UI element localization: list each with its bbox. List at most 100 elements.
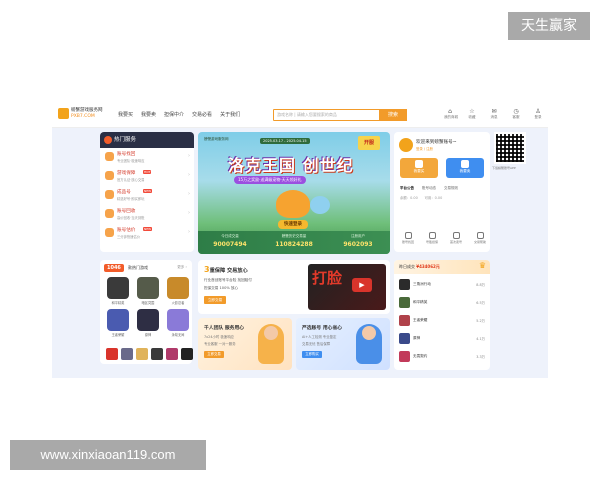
stat-value: 9602093 — [343, 241, 373, 248]
game-tile[interactable]: 原神 — [136, 309, 160, 337]
tool-message[interactable]: ✉ 消息 — [488, 108, 500, 120]
shortcut-icon — [476, 232, 484, 239]
team-buy-button[interactable]: 立即购买 — [302, 351, 322, 358]
hot-service-item[interactable]: 游戏保障 HOT 官方认证·放心交易 › — [100, 167, 194, 186]
shortcut-item[interactable]: 首次卖号 — [446, 232, 466, 244]
hot-service-item[interactable]: 账号找回 专业团队·极速响应 › — [100, 148, 194, 167]
balance-text: 余额：0.00 可用：0.00 — [400, 196, 443, 200]
shortcut-item[interactable]: 号贩担保 — [422, 232, 442, 244]
nav-item-about[interactable]: 关于我们 — [220, 111, 240, 118]
deal-rank-header: 昨日成交 ¥434062元 ♛ — [394, 260, 490, 274]
tool-login[interactable]: ♙ 登录 — [532, 108, 544, 120]
stat-label: 今日成交量 — [221, 234, 239, 238]
nav-item-sell[interactable]: 我要卖 — [141, 111, 156, 118]
logo-text: 螃蟹游戏服务网 — [71, 108, 103, 113]
game-tile[interactable]: 火影忍者 — [166, 277, 190, 305]
tool-shop[interactable]: ⌂ 我的商城 — [444, 108, 458, 120]
shortcut-icon — [452, 232, 460, 239]
nav-item-buy[interactable]: 我要买 — [118, 111, 133, 118]
promo-banner[interactable]: 螃蟹游戏服务网 2025.03.17 - 2025.04.15 开服 洛克王国 … — [198, 132, 390, 254]
service-title: 游戏保障 — [117, 171, 136, 176]
quick-button-label: 我要买 — [413, 169, 425, 173]
team-trade-button[interactable]: 立即交易 — [204, 351, 224, 358]
games-title: 款热门游戏 — [128, 265, 148, 270]
buy-quick-button[interactable]: 我要买 — [400, 158, 438, 178]
game-label: 王者荣耀 — [111, 333, 125, 337]
play-icon: ▶ — [352, 278, 372, 292]
game-label: 暗区突围 — [141, 301, 155, 305]
chevron-right-icon: › — [188, 172, 190, 178]
tab-notice[interactable]: 平台公告 — [400, 186, 414, 191]
service-sub: 三分钟快速估价 — [117, 235, 141, 239]
tab-dynamics[interactable]: 账号动态 — [422, 186, 436, 191]
game-mini-icon[interactable] — [121, 348, 133, 360]
game-mini-icon[interactable] — [106, 348, 118, 360]
stat-label: 螃蟹历史交易量 — [281, 234, 307, 238]
search-button[interactable]: 搜索 — [379, 109, 407, 121]
game-label: 火影忍者 — [171, 301, 185, 305]
shortcut-item[interactable]: 账号找回 — [398, 232, 418, 244]
game-mini-icon[interactable] — [181, 348, 193, 360]
tab-rules[interactable]: 交易规则 — [444, 186, 458, 191]
game-label: 原神 — [144, 333, 152, 337]
search-input[interactable]: 游戏名称 | 请输入您要搜索的商品 — [277, 112, 337, 118]
game-icon — [399, 333, 410, 344]
team-desc: 交易无忧 售后保障 — [302, 342, 331, 346]
games-more-link[interactable]: 更多 › — [177, 265, 187, 270]
trade-now-button[interactable]: 立即交易 — [204, 296, 226, 304]
main-nav: 我要买 我要卖 担保中介 交易必看 关于我们 — [118, 111, 240, 118]
banner-stats: 今日成交量 90007494 螃蟹历史交易量 110824288 注册用户 96020… — [198, 231, 390, 254]
deal-row[interactable]: 原神 4.1万 — [399, 331, 485, 346]
team-desc: 7x24小时 极速响应 — [204, 335, 234, 339]
service-sub: 高价回收·当天到账 — [117, 216, 145, 220]
promo-text: 打脸 — [312, 269, 343, 287]
promo-video-thumbnail[interactable]: 打脸 ▶ — [308, 264, 386, 310]
game-tile[interactable]: 暗区突围 — [136, 277, 160, 305]
stat-item: 注册用户 9602093 — [326, 231, 390, 254]
fire-icon — [104, 136, 112, 144]
service-tag: HOT — [143, 170, 152, 174]
game-label: 和平精英 — [111, 301, 125, 305]
sell-quick-button[interactable]: 我要卖 — [446, 158, 484, 178]
game-tile[interactable]: 王者荣耀 — [106, 309, 130, 337]
shortcut-item[interactable]: 交易帮助 — [470, 232, 490, 244]
deal-row[interactable]: 三角洲行动 8.8万 — [399, 277, 485, 292]
team-card: 千人团队 服务用心 7x24小时 极速响应 专业客服 一对一服务 立即交易 — [198, 318, 292, 370]
avatar[interactable] — [399, 138, 413, 152]
team-card: 严选账号 用心省心 AI+人工检测 专业鉴定 交易无忧 售后保障 立即购买 — [296, 318, 390, 370]
games-grid: 和平精英 暗区突围 火影忍者 王者荣耀 原神 永劫无间 — [106, 277, 190, 337]
tool-label: 收藏 — [468, 115, 476, 119]
hot-service-item[interactable]: 账号估价 NEW 三分钟快速估价 › — [100, 224, 194, 243]
game-mini-icon[interactable] — [136, 348, 148, 360]
game-tile[interactable]: 永劫无间 — [166, 309, 190, 337]
banner-cta-button[interactable]: 快速登录 — [278, 220, 308, 229]
game-icon — [399, 351, 410, 362]
hot-service-item[interactable]: 账号回收 高价回收·当天到账 › — [100, 205, 194, 224]
nav-item-guide[interactable]: 交易必看 — [192, 111, 212, 118]
hot-services-panel: 热门服务 账号找回 专业团队·极速响应 › 游戏保障 HOT 官方认证·放心交易… — [100, 132, 194, 252]
hot-service-item[interactable]: 成品号 NEW 精选好号·即买即玩 › — [100, 186, 194, 205]
cart-icon — [415, 160, 423, 168]
service-title: 账号估价 — [117, 228, 136, 233]
tool-favorite[interactable]: ☆ 收藏 — [466, 108, 478, 120]
deal-row[interactable]: 无畏契约 3.3万 — [399, 349, 485, 364]
site-logo[interactable]: 螃蟹游戏服务网 PXB7.COM — [58, 108, 103, 122]
tool-service[interactable]: ◷ 客服 — [510, 108, 522, 120]
shortcut-label: 号贩担保 — [425, 240, 438, 244]
welcome-tabs: 平台公告 账号动态 交易规则 — [400, 186, 458, 191]
trophy-icon: ♛ — [478, 261, 486, 270]
login-link[interactable]: 登录 / 注册 — [416, 146, 433, 151]
deal-row[interactable]: 王者荣耀 5.2万 — [399, 313, 485, 328]
deal-rank-label: 昨日成交 — [399, 264, 415, 269]
deal-game: 原神 — [413, 336, 421, 340]
game-mini-icon[interactable] — [151, 348, 163, 360]
nav-item-escrow[interactable]: 担保中介 — [164, 111, 184, 118]
service-sub: 精选好号·即买即玩 — [117, 197, 145, 201]
staff-head-illustration — [264, 326, 278, 340]
deal-row[interactable]: 和平精英 6.5万 — [399, 295, 485, 310]
stat-value: 110824288 — [275, 241, 313, 248]
game-tile[interactable]: 和平精英 — [106, 277, 130, 305]
service-icon — [105, 152, 114, 161]
user-icon: ♙ — [535, 108, 541, 115]
game-mini-icon[interactable] — [166, 348, 178, 360]
